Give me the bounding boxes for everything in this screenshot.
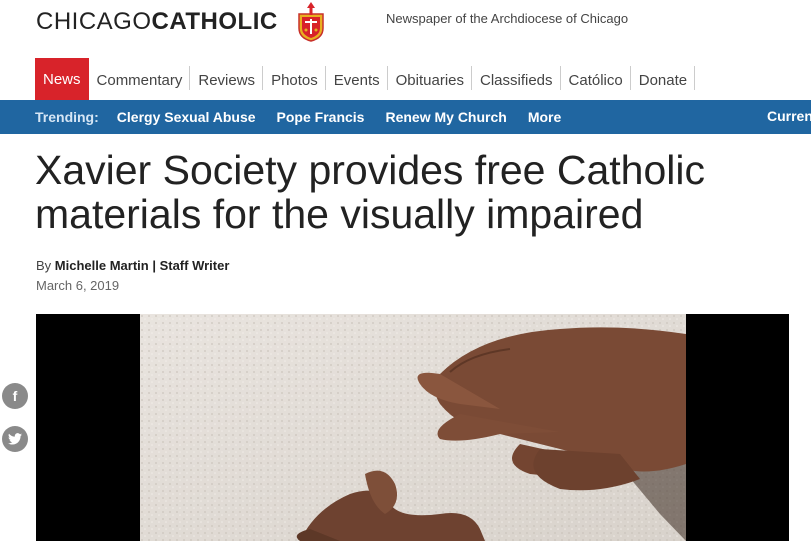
article-hero-image [36, 314, 789, 541]
main-nav: News Commentary Reviews Photos Events Ob… [35, 58, 696, 100]
trending-link-renew-my-church[interactable]: Renew My Church [385, 109, 506, 125]
byline-prefix: By [36, 258, 52, 273]
nav-item-commentary[interactable]: Commentary [89, 58, 191, 100]
twitter-icon [8, 433, 22, 445]
trending-link-clergy-abuse[interactable]: Clergy Sexual Abuse [117, 109, 256, 125]
nav-item-catolico[interactable]: Católico [561, 58, 631, 100]
article-headline: Xavier Society provides free Catholic ma… [35, 147, 705, 237]
trending-label: Trending: [35, 109, 99, 125]
nav-item-obituaries[interactable]: Obituaries [388, 58, 473, 100]
nav-item-events[interactable]: Events [326, 58, 388, 100]
nav-item-photos[interactable]: Photos [263, 58, 326, 100]
nav-item-classifieds[interactable]: Classifieds [472, 58, 561, 100]
facebook-icon: f [12, 388, 18, 404]
nav-item-news[interactable]: News [35, 58, 89, 100]
article-byline: By Michelle Martin | Staff Writer [36, 258, 229, 273]
site-logo[interactable]: CHICAGO CATHOLIC [36, 2, 278, 42]
trending-bar: Trending: Clergy Sexual Abuse Pope Franc… [0, 100, 811, 134]
site-tagline: Newspaper of the Archdiocese of Chicago [386, 11, 629, 26]
braille-hands-photo [140, 314, 686, 541]
byline-author[interactable]: Michelle Martin | Staff Writer [55, 258, 230, 273]
facebook-share-button[interactable]: f [2, 383, 28, 409]
trending-current-link[interactable]: Current [767, 108, 811, 124]
trending-link-more[interactable]: More [528, 109, 561, 125]
logo-text-bold: CATHOLIC [151, 8, 278, 35]
twitter-share-button[interactable] [2, 426, 28, 452]
nav-item-donate[interactable]: Donate [631, 58, 696, 100]
nav-item-reviews[interactable]: Reviews [190, 58, 263, 100]
archdiocese-crest-icon [298, 2, 324, 42]
article-date: March 6, 2019 [36, 278, 120, 293]
trending-link-pope-francis[interactable]: Pope Francis [277, 109, 365, 125]
logo-text-light: CHICAGO [36, 8, 152, 35]
